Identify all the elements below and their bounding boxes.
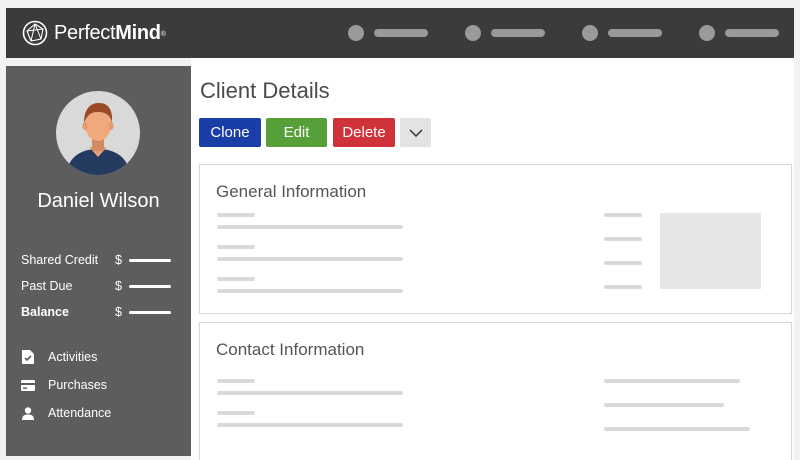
field-label-placeholder: [217, 245, 255, 249]
nav-label-placeholder: [374, 29, 428, 37]
nav-item-placeholder-3[interactable]: [582, 25, 662, 41]
registered-mark: ®: [160, 31, 166, 38]
field-placeholder: [604, 261, 642, 265]
sidebar-item-purchases[interactable]: Purchases: [21, 376, 107, 394]
perfectmind-logo-icon: [22, 20, 48, 46]
general-information-card: General Information: [199, 164, 792, 314]
nav-dot-icon: [348, 25, 364, 41]
nav-label-placeholder: [725, 29, 779, 37]
clone-button[interactable]: Clone: [199, 118, 261, 147]
field-value-placeholder: [217, 391, 403, 395]
currency-symbol: $: [115, 279, 122, 293]
nav-item-placeholder-4[interactable]: [699, 25, 779, 41]
checklist-document-icon: [21, 350, 35, 364]
brand-name-bold: Mind: [115, 22, 161, 44]
field-value-placeholder: [217, 225, 403, 229]
sidebar-item-label: Attendance: [48, 406, 112, 420]
field-placeholder: [604, 403, 724, 407]
amount-placeholder: [129, 310, 171, 314]
avatar: [56, 91, 140, 175]
nav-dot-icon: [465, 25, 481, 41]
person-icon: [21, 406, 35, 420]
avatar-person-icon: [66, 103, 130, 175]
field-placeholder: [604, 427, 750, 431]
top-navigation-bar: PerfectMind®: [6, 8, 794, 58]
field-label-placeholder: [217, 411, 255, 415]
nav-dot-icon: [582, 25, 598, 41]
perfectmind-logo[interactable]: PerfectMind®: [22, 20, 166, 46]
section-title: General Information: [216, 182, 367, 201]
sidebar-item-label: Purchases: [48, 378, 108, 392]
client-details-panel: Client Details Clone Edit Delete General…: [191, 58, 794, 460]
contact-information-card: Contact Information: [199, 322, 792, 460]
field-label-placeholder: [217, 277, 255, 281]
brand-name-light: Perfect: [54, 22, 116, 44]
amount-placeholder: [129, 258, 171, 262]
client-name: Daniel Wilson: [37, 190, 160, 212]
currency-symbol: $: [115, 305, 122, 319]
more-actions-button[interactable]: [400, 118, 431, 147]
currency-symbol: $: [115, 253, 122, 267]
nav-item-placeholder-2[interactable]: [465, 25, 545, 41]
credit-label: Past Due: [21, 279, 73, 293]
sidebar-item-activities[interactable]: Activities: [21, 348, 97, 366]
nav-dot-icon: [699, 25, 715, 41]
credit-row-shared-credit: Shared Credit $: [21, 252, 181, 268]
field-value-placeholder: [217, 289, 403, 293]
section-title: Contact Information: [216, 340, 365, 359]
page-title: Client Details: [200, 78, 330, 103]
nav-label-placeholder: [491, 29, 545, 37]
field-label-placeholder: [217, 379, 255, 383]
credit-label: Shared Credit: [21, 253, 99, 267]
credit-card-icon: [21, 378, 35, 392]
nav-item-placeholder-1[interactable]: [348, 25, 428, 41]
chevron-down-icon: [408, 128, 423, 137]
delete-button[interactable]: Delete: [333, 118, 395, 147]
brand-name: PerfectMind®: [54, 20, 166, 46]
field-placeholder: [604, 237, 642, 241]
field-value-placeholder: [217, 423, 403, 427]
field-placeholder: [604, 379, 740, 383]
image-placeholder: [660, 213, 761, 289]
field-placeholder: [604, 285, 642, 289]
credit-row-balance: Balance $: [21, 304, 181, 320]
credit-row-past-due: Past Due $: [21, 278, 181, 294]
sidebar-item-attendance[interactable]: Attendance: [21, 404, 111, 422]
edit-button[interactable]: Edit: [266, 118, 327, 147]
nav-label-placeholder: [608, 29, 662, 37]
sidebar-item-label: Activities: [48, 350, 98, 364]
credit-label: Balance: [21, 305, 69, 319]
client-sidebar: Daniel Wilson Shared Credit $ Past Due $…: [6, 66, 191, 456]
field-value-placeholder: [217, 257, 403, 261]
amount-placeholder: [129, 284, 171, 288]
field-label-placeholder: [217, 213, 255, 217]
field-placeholder: [604, 213, 642, 217]
